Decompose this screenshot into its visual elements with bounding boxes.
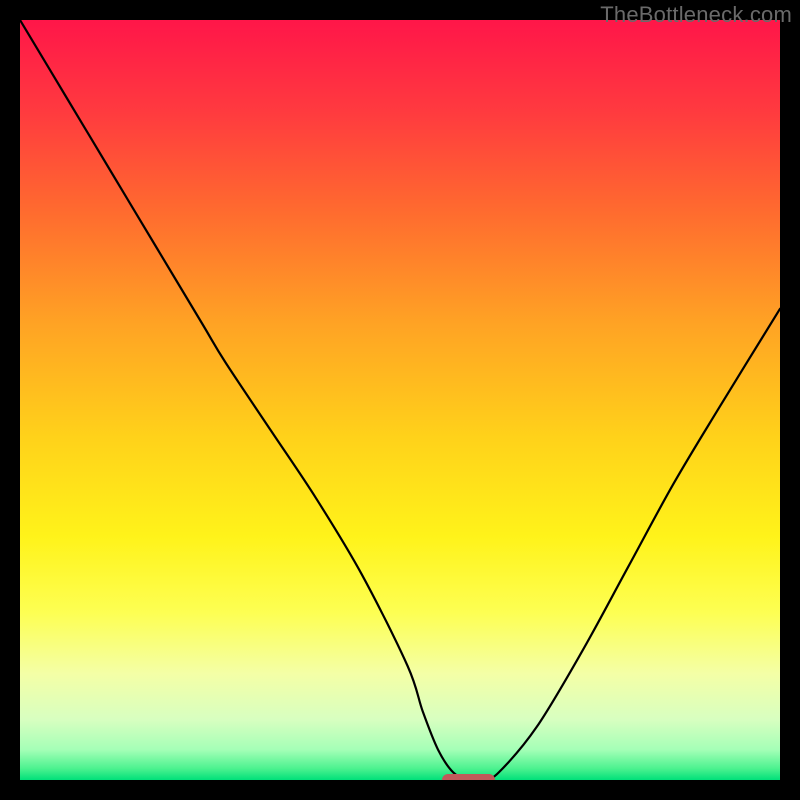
chart-stage: TheBottleneck.com (0, 0, 800, 800)
watermark-text: TheBottleneck.com (600, 2, 792, 28)
optimal-marker (442, 774, 495, 780)
bottleneck-curve (20, 20, 780, 780)
plot-area (20, 20, 780, 780)
